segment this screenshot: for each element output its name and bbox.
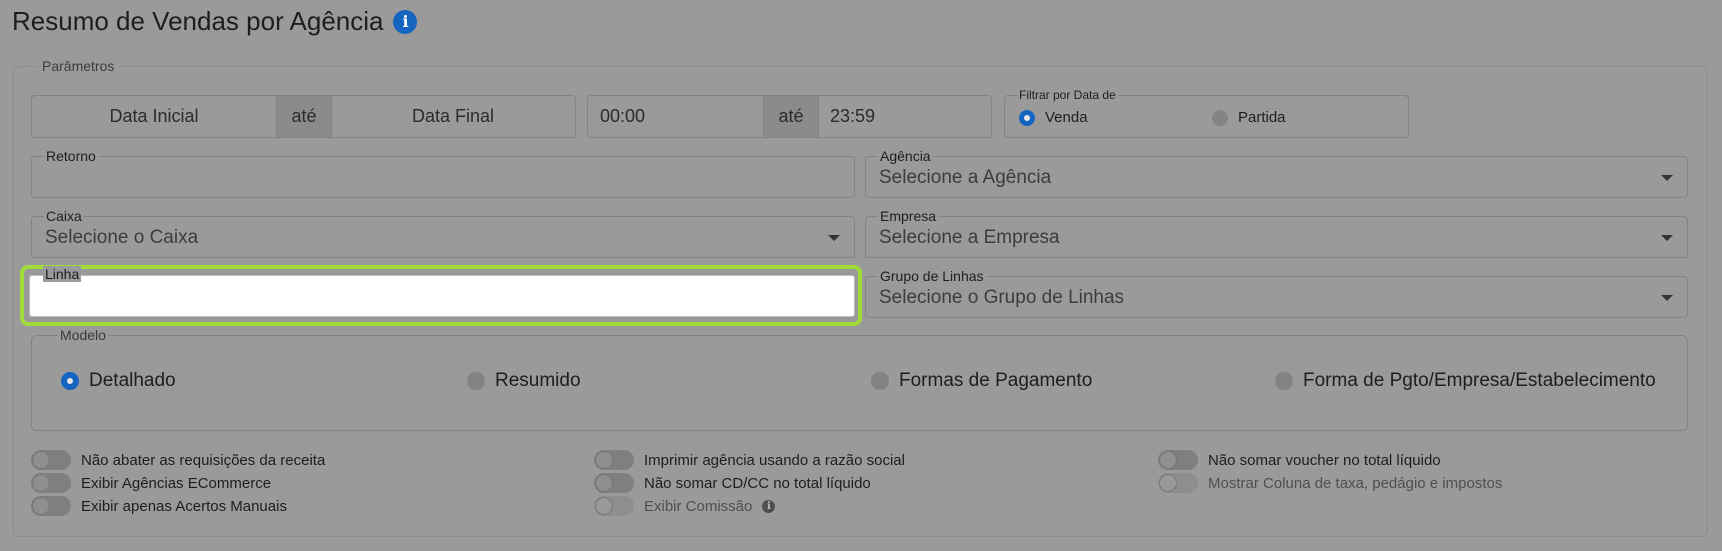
page-title: Resumo de Vendas por Agência i <box>12 6 418 37</box>
linha-input[interactable] <box>29 275 855 317</box>
toggle-imprimir-razao-social[interactable]: Imprimir agência usando a razão social <box>594 450 905 470</box>
toggle-nao-somar-voucher[interactable]: Não somar voucher no total líquido <box>1158 450 1441 470</box>
date-ate-label: até <box>276 96 332 137</box>
date-start-input[interactable]: Data Inicial <box>32 96 276 137</box>
retorno-label: Retorno <box>44 148 98 164</box>
empresa-placeholder: Selecione a Empresa <box>879 227 1060 248</box>
modelo-detalhado-option[interactable]: Detalhado <box>61 370 176 392</box>
modelo-legend: Modelo <box>58 327 108 343</box>
toggle-nao-abater-requisicoes[interactable]: Não abater as requisições da receita <box>31 450 325 470</box>
agencia-select[interactable]: Agência Selecione a Agência <box>865 148 1688 198</box>
modelo-resumido-option[interactable]: Resumido <box>467 370 581 392</box>
radio-selected-icon[interactable] <box>61 372 79 390</box>
toggle-switch[interactable] <box>31 496 71 516</box>
chevron-down-icon[interactable] <box>1661 175 1673 181</box>
empresa-label: Empresa <box>878 208 939 224</box>
filter-date-group: Filtrar por Data de Venda Partida <box>1004 88 1409 138</box>
toggle-switch[interactable] <box>1158 473 1198 493</box>
radio-unselected-icon[interactable] <box>467 372 485 390</box>
grupo-linhas-label: Grupo de Linhas <box>878 268 986 284</box>
toggle-switch[interactable] <box>594 450 634 470</box>
empresa-select[interactable]: Empresa Selecione a Empresa <box>865 208 1688 258</box>
chevron-down-icon[interactable] <box>1661 235 1673 241</box>
filter-date-label: Filtrar por Data de <box>1017 88 1118 102</box>
toggle-switch[interactable] <box>31 450 71 470</box>
radio-unselected-icon[interactable] <box>1275 372 1293 390</box>
time-range-group: 00:00 até 23:59 <box>587 95 992 138</box>
toggle-exibir-agencias-ecommerce[interactable]: Exibir Agências ECommerce <box>31 473 271 493</box>
modelo-formas-pagamento-option[interactable]: Formas de Pagamento <box>871 370 1092 392</box>
agencia-placeholder: Selecione a Agência <box>879 167 1052 188</box>
grupo-linhas-select[interactable]: Grupo de Linhas Selecione o Grupo de Lin… <box>865 268 1688 318</box>
radio-unselected-icon[interactable] <box>871 372 889 390</box>
radio-selected-icon[interactable] <box>1019 109 1035 126</box>
page-title-text: Resumo de Vendas por Agência <box>12 6 384 36</box>
toggle-exibir-comissao[interactable]: Exibir Comissão i <box>594 496 776 516</box>
caixa-placeholder: Selecione o Caixa <box>45 227 199 248</box>
info-icon[interactable]: i <box>762 499 776 513</box>
date-range-group: Data Inicial até Data Final <box>31 95 576 138</box>
toggle-switch[interactable] <box>594 473 634 493</box>
radio-unselected-icon[interactable] <box>1212 109 1228 126</box>
grupo-linhas-placeholder: Selecione o Grupo de Linhas <box>879 287 1125 308</box>
filter-venda-option[interactable]: Venda <box>1019 109 1088 126</box>
time-end-input[interactable]: 23:59 <box>818 96 990 137</box>
time-ate-label: até <box>763 96 819 137</box>
time-start-input[interactable]: 00:00 <box>588 96 750 137</box>
modelo-forma-pgto-empresa-option[interactable]: Forma de Pgto/Empresa/Estabelecimento <box>1275 370 1656 392</box>
date-end-input[interactable]: Data Final <box>331 96 575 137</box>
chevron-down-icon[interactable] <box>1661 295 1673 301</box>
toggle-switch[interactable] <box>594 496 634 516</box>
toggle-exibir-acertos-manuais[interactable]: Exibir apenas Acertos Manuais <box>31 496 287 516</box>
retorno-field[interactable]: Retorno <box>31 148 855 198</box>
info-icon[interactable]: i <box>393 9 418 34</box>
toggle-switch[interactable] <box>31 473 71 493</box>
caixa-label: Caixa <box>44 208 84 224</box>
agencia-label: Agência <box>878 148 933 164</box>
toggle-switch[interactable] <box>1158 450 1198 470</box>
caixa-select[interactable]: Caixa Selecione o Caixa <box>31 208 855 258</box>
filter-partida-option[interactable]: Partida <box>1212 109 1286 126</box>
modelo-fieldset: Modelo Detalhado Resumido Formas de Paga… <box>31 327 1688 431</box>
toggle-mostrar-coluna-taxa[interactable]: Mostrar Coluna de taxa, pedágio e impost… <box>1158 473 1502 493</box>
toggle-nao-somar-cdcc[interactable]: Não somar CD/CC no total líquido <box>594 473 871 493</box>
linha-label: Linha <box>43 266 82 282</box>
chevron-down-icon[interactable] <box>828 235 840 241</box>
params-legend: Parâmetros <box>36 58 121 74</box>
